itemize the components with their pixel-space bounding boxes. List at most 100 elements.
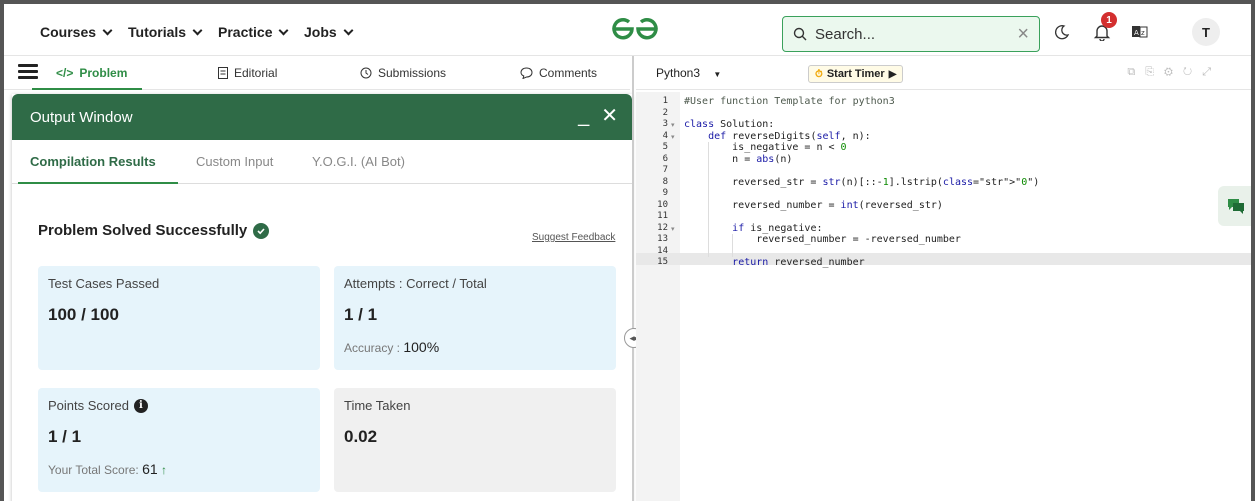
nav-tutorials[interactable]: Tutorials	[128, 24, 203, 40]
panel-divider[interactable]	[632, 56, 634, 501]
code-icon: </>	[56, 66, 74, 80]
accuracy: Accuracy : 100%	[344, 339, 606, 355]
reset-icon[interactable]: ↻	[1183, 66, 1202, 78]
output-window: Output Window _ ✕ Compilation Results Cu…	[12, 94, 632, 501]
gfg-logo-icon[interactable]	[610, 16, 660, 42]
tab-problem[interactable]: </> Problem	[56, 66, 127, 80]
export-icon[interactable]: ⎘	[1145, 66, 1164, 78]
check-circle-icon	[253, 222, 270, 239]
copy-icon[interactable]: ⧉	[1127, 66, 1145, 78]
fold-arrow-icon[interactable]: ▾	[671, 121, 675, 129]
minimize-icon[interactable]: _	[578, 106, 589, 126]
line-number: 1	[662, 96, 668, 106]
tab-problem-label: Problem	[79, 66, 128, 80]
tab-custom-input[interactable]: Custom Input	[196, 154, 273, 169]
tab-editorial-label: Editorial	[234, 66, 278, 80]
test-cases-title: Test Cases Passed	[48, 276, 160, 291]
nav-jobs-label: Jobs	[304, 24, 337, 40]
menu-icon[interactable]	[18, 64, 38, 80]
line-number: 9	[662, 188, 668, 198]
fold-arrow-icon[interactable]: ▾	[671, 225, 675, 233]
search-input[interactable]: Search...	[815, 26, 1017, 43]
svg-text:A: A	[1134, 29, 1139, 37]
suggest-feedback-link[interactable]: Suggest Feedback	[532, 232, 615, 243]
line-number: 13	[657, 234, 668, 244]
app-frame: Courses Tutorials Practice Jobs Search..…	[0, 0, 1255, 501]
code-line[interactable]: reversed_number = int(reversed_str)	[684, 200, 943, 212]
top-nav: Courses Tutorials Practice Jobs Search..…	[4, 4, 1251, 56]
fold-arrow-icon[interactable]: ▾	[671, 133, 675, 141]
info-icon[interactable]: i	[133, 398, 148, 413]
chevron-down-icon	[279, 25, 289, 35]
line-number: 14	[657, 245, 668, 256]
language-value: Python3	[656, 66, 701, 80]
clock-icon	[360, 67, 372, 79]
time-card: Time Taken 0.02	[334, 388, 616, 492]
chat-button[interactable]	[1218, 186, 1251, 226]
code-line[interactable]: if is_negative:	[684, 223, 822, 235]
chevron-down-icon	[192, 25, 203, 35]
tab-yogi-ai-bot[interactable]: Y.O.G.I. (AI Bot)	[312, 154, 405, 169]
code-line[interactable]: reversed_number = -reversed_number	[684, 234, 961, 246]
tab-comments[interactable]: Comments	[520, 66, 597, 80]
avatar[interactable]: T	[1192, 18, 1220, 46]
line-number: 8	[662, 176, 668, 187]
comment-icon	[520, 67, 533, 79]
start-timer-button[interactable]: ⏱ Start Timer ▶	[808, 65, 904, 83]
line-number: 4	[662, 130, 668, 141]
nav-courses[interactable]: Courses	[40, 24, 113, 40]
code-line[interactable]: class Solution:	[684, 119, 774, 131]
tab-compilation-results[interactable]: Compilation Results	[30, 154, 156, 169]
nav-practice[interactable]: Practice	[218, 24, 289, 40]
editor-toolbar: Python3 ▼ ⏱ Start Timer ▶ ⧉⎘⚙↻⤢	[636, 56, 1251, 90]
points-value: 1 / 1	[48, 427, 82, 446]
output-tabs: Compilation Results Custom Input Y.O.G.I…	[12, 140, 632, 184]
tab-submissions[interactable]: Submissions	[360, 66, 446, 80]
close-icon[interactable]: ×	[1017, 24, 1029, 44]
points-card: Points Scored i 1 / 1 Your Total Score: …	[38, 388, 320, 492]
problem-tabs: </> Problem Editorial Submissions Commen…	[4, 56, 630, 90]
total-score-value: 61	[142, 461, 158, 477]
translate-button[interactable]: Az	[1126, 18, 1154, 46]
test-cases-value: 100 / 100	[48, 305, 119, 324]
attempts-value: 1 / 1	[344, 305, 378, 324]
line-number: 3	[662, 119, 668, 129]
code-line[interactable]: #User function Template for python3	[684, 96, 895, 108]
line-number: 12	[657, 222, 668, 233]
nav-courses-label: Courses	[40, 24, 97, 40]
tab-submissions-label: Submissions	[378, 66, 447, 80]
line-number: 10	[657, 199, 668, 210]
dark-mode-toggle[interactable]	[1048, 18, 1076, 46]
close-icon[interactable]: ✕	[601, 106, 618, 126]
chevron-down-icon	[343, 25, 354, 35]
chevron-down-icon	[102, 25, 113, 35]
tab-editorial[interactable]: Editorial	[218, 66, 277, 80]
nav-jobs[interactable]: Jobs	[304, 24, 354, 40]
fullscreen-icon[interactable]: ⤢	[1202, 66, 1221, 78]
points-title: Points Scored i	[48, 398, 310, 413]
result-status: Problem Solved Successfully	[38, 222, 270, 239]
language-select[interactable]: Python3 ▼	[656, 66, 721, 80]
total-score: Your Total Score: 61 ↑	[48, 461, 310, 477]
code-line[interactable]: def reverseDigits(self, n):	[684, 131, 871, 143]
test-cases-card: Test Cases Passed 100 / 100	[38, 266, 320, 370]
settings-icon[interactable]: ⚙	[1164, 66, 1183, 78]
time-title: Time Taken	[344, 398, 411, 413]
translate-icon: Az	[1132, 26, 1148, 38]
total-score-label: Your Total Score:	[48, 463, 139, 477]
timer-icon: ⏱	[815, 68, 823, 80]
attempts-card: Attempts : Correct / Total 1 / 1 Accurac…	[334, 266, 616, 370]
indent-guide	[708, 142, 709, 257]
line-number: 6	[662, 153, 668, 164]
code-line[interactable]: return reversed_number	[684, 257, 864, 269]
code-line[interactable]: reversed_str = str(n)[::-1].lstrip(class…	[684, 177, 1039, 189]
document-icon	[218, 67, 228, 79]
editor-actions: ⧉⎘⚙↻⤢	[1127, 66, 1221, 79]
code-line[interactable]: n = abs(n)	[684, 154, 792, 166]
line-number: 11	[657, 211, 668, 221]
time-value: 0.02	[344, 427, 378, 446]
search-box[interactable]: Search... ×	[782, 16, 1040, 52]
active-tab-indicator	[32, 88, 142, 90]
moon-icon	[1055, 25, 1070, 40]
nav-practice-label: Practice	[218, 24, 273, 40]
